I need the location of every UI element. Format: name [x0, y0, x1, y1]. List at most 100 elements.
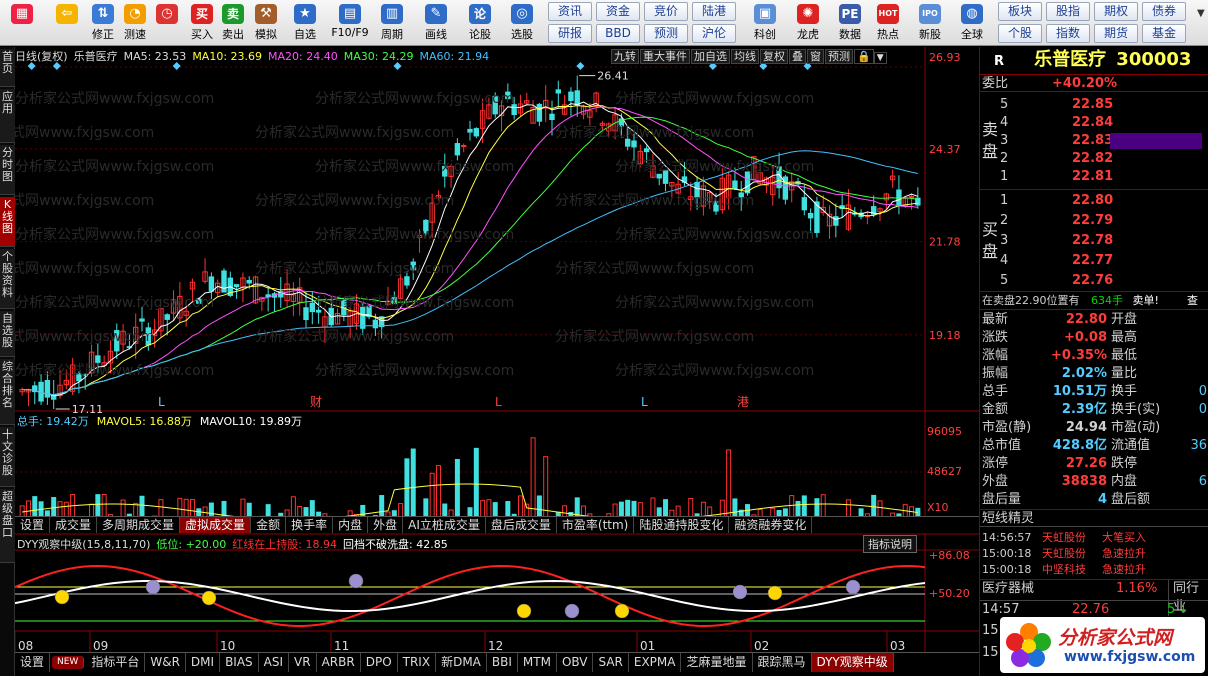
- period-toolbar-button[interactable]: ▥ 周期: [372, 2, 412, 44]
- globe-toolbar-button[interactable]: ◍ 全球: [952, 2, 992, 44]
- indicator-tab[interactable]: DYY观察中级: [811, 653, 894, 672]
- indicator-tab[interactable]: TRIX: [398, 653, 437, 672]
- hammer-toolbar-button[interactable]: ⚒ 模拟: [250, 2, 282, 44]
- indicator-tab[interactable]: 市盈率(ttm): [557, 517, 635, 533]
- chart-tab[interactable]: 叠: [789, 49, 806, 64]
- quick-button[interactable]: 债券: [1142, 2, 1186, 21]
- indicator-tab[interactable]: 虚拟成交量: [180, 517, 252, 533]
- bid-row[interactable]: 1 22.80: [980, 192, 1208, 210]
- bid-row[interactable]: 5 22.76: [980, 272, 1208, 290]
- indicator-tab[interactable]: 指标平台: [86, 653, 146, 672]
- ask-row[interactable]: 4 22.84: [980, 114, 1208, 132]
- ipo-toolbar-button[interactable]: IPO 新股: [912, 2, 948, 44]
- chart-tab[interactable]: 均线: [731, 49, 759, 64]
- indicator-tab[interactable]: ARBR: [317, 653, 361, 672]
- bid-row[interactable]: 3 22.78: [980, 232, 1208, 250]
- f10-toolbar-button[interactable]: ▤ F10/F9: [328, 2, 372, 44]
- indicator-tab[interactable]: DPO: [361, 653, 398, 672]
- bid-row[interactable]: 4 22.77: [980, 252, 1208, 270]
- indicator-tab[interactable]: AI立桩成交量: [403, 517, 486, 533]
- sector-name[interactable]: 医疗器械: [982, 581, 1034, 596]
- indicator-tab[interactable]: 成交量: [50, 517, 98, 533]
- kline-svg[interactable]: 26.93 24.37 21.78 19.18 96095 48627 X10 +86.08 +…: [0, 47, 979, 655]
- ask-row[interactable]: 2 22.82: [980, 150, 1208, 168]
- chart-tab[interactable]: 重大事件: [640, 49, 690, 64]
- ask-row[interactable]: 3 22.83: [980, 132, 1208, 150]
- grid-app-toolbar-button[interactable]: ▦: [4, 2, 40, 44]
- quick-button[interactable]: 预测: [644, 24, 688, 43]
- indicator-tab[interactable]: 融资融券变化: [729, 517, 813, 533]
- indicator-tab[interactable]: 换手率: [286, 517, 334, 533]
- ask-row[interactable]: 1 22.81: [980, 168, 1208, 186]
- science-toolbar-button[interactable]: ▣ 科创: [745, 2, 785, 44]
- indicator-tab[interactable]: 多周期成交量: [97, 517, 181, 533]
- bid-row[interactable]: 2 22.79: [980, 212, 1208, 230]
- quick-button[interactable]: 板块: [998, 2, 1042, 21]
- kline-chart-area[interactable]: 26.93 24.37 21.78 19.18 96095 48627 X10 +86.08 +…: [0, 47, 979, 655]
- indicator-tab[interactable]: 芝麻量地量: [681, 653, 753, 672]
- indicator-tab[interactable]: W&R: [145, 653, 186, 672]
- lock-icon[interactable]: 🔒: [854, 49, 874, 64]
- indicator-tab[interactable]: 新DMA: [436, 653, 487, 672]
- clock-toolbar-button[interactable]: ◷: [152, 2, 182, 44]
- notice-more[interactable]: 查: [1187, 292, 1198, 310]
- chart-tab[interactable]: 九转: [611, 49, 639, 64]
- quick-button[interactable]: 个股: [998, 24, 1042, 43]
- toolbar-dropdown-icon[interactable]: ▼: [1197, 8, 1205, 19]
- leftnav-item[interactable]: 综合排名: [0, 359, 15, 425]
- indicator-tab[interactable]: DMI: [186, 653, 221, 672]
- leftnav-item[interactable]: 超级盘口: [0, 489, 15, 563]
- hot-toolbar-button[interactable]: HOT 热点: [868, 2, 908, 44]
- chart-menu-dropdown-icon[interactable]: ▼: [873, 52, 887, 64]
- leftnav-item[interactable]: 个股资料: [0, 249, 15, 309]
- quick-button[interactable]: 资讯: [548, 2, 592, 21]
- quick-button[interactable]: BBD: [596, 24, 640, 43]
- chart-tab[interactable]: 复权: [760, 49, 788, 64]
- new-badge[interactable]: NEW: [52, 656, 85, 669]
- quick-button[interactable]: 期货: [1094, 24, 1138, 43]
- indicator-tab[interactable]: 跟踪黑马: [753, 653, 812, 672]
- back-arrow-toolbar-button[interactable]: ⇦: [50, 2, 84, 44]
- indicator-tab[interactable]: EXPMA: [629, 653, 682, 672]
- chart-tab[interactable]: 窗: [807, 49, 824, 64]
- leftnav-item[interactable]: K线图: [0, 197, 15, 247]
- discuss-toolbar-button[interactable]: 论论股: [460, 2, 500, 44]
- quick-button[interactable]: 资金: [596, 2, 640, 21]
- leftnav-item[interactable]: 十文诊股: [0, 427, 15, 487]
- indicator-help-button[interactable]: 指标说明: [863, 535, 917, 553]
- ask-row[interactable]: 5 22.85: [980, 96, 1208, 114]
- sell-toolbar-button[interactable]: 卖卖出: [218, 2, 248, 44]
- indicator-tab[interactable]: MTM: [518, 653, 557, 672]
- indicator-tab[interactable]: 陆股通持股变化: [634, 517, 730, 533]
- indicator-tab[interactable]: 设置: [15, 653, 51, 672]
- quick-button[interactable]: 基金: [1142, 24, 1186, 43]
- news-title-row[interactable]: 短线精灵: [980, 509, 1208, 527]
- pe-toolbar-button[interactable]: PE 数据: [830, 2, 870, 44]
- quick-button[interactable]: 指数: [1046, 24, 1090, 43]
- news-item[interactable]: 15:00:18 中坚科技 急速拉升: [980, 561, 1208, 579]
- leftnav-item[interactable]: 首页: [0, 49, 15, 87]
- quick-button[interactable]: 研报: [548, 24, 592, 43]
- indicator-tab[interactable]: BIAS: [220, 653, 259, 672]
- quick-button[interactable]: 期权: [1094, 2, 1138, 21]
- indicator-tab[interactable]: SAR: [593, 653, 629, 672]
- select-toolbar-button[interactable]: ◎ 选股: [502, 2, 542, 44]
- indicator-tab[interactable]: 金额: [251, 517, 287, 533]
- buy-toolbar-button[interactable]: 买买入: [187, 2, 217, 44]
- dragon-toolbar-button[interactable]: ✺ 龙虎: [788, 2, 828, 44]
- quick-button[interactable]: 沪伦: [692, 24, 736, 43]
- leftnav-item[interactable]: 自选股: [0, 311, 15, 357]
- leftnav-item[interactable]: 应用: [0, 89, 15, 143]
- indicator-tab[interactable]: OBV: [557, 653, 594, 672]
- indicator-tab[interactable]: VR: [289, 653, 317, 672]
- quick-button[interactable]: 竞价: [644, 2, 688, 21]
- up-down-toolbar-button[interactable]: ⇅ 修正: [88, 2, 118, 44]
- leftnav-item[interactable]: 分时图: [0, 145, 15, 195]
- indicator-tab[interactable]: ASI: [259, 653, 290, 672]
- order-notice[interactable]: 在卖盘22.90位置有 634手 卖单! 查: [980, 291, 1208, 309]
- quick-button[interactable]: 陆港: [692, 2, 736, 21]
- indicator-tab[interactable]: 内盘: [333, 517, 369, 533]
- indicator-tab[interactable]: 外盘: [368, 517, 404, 533]
- indicator-tab[interactable]: 盘后成交量: [486, 517, 557, 533]
- star-toolbar-button[interactable]: ★ 自选: [286, 2, 324, 44]
